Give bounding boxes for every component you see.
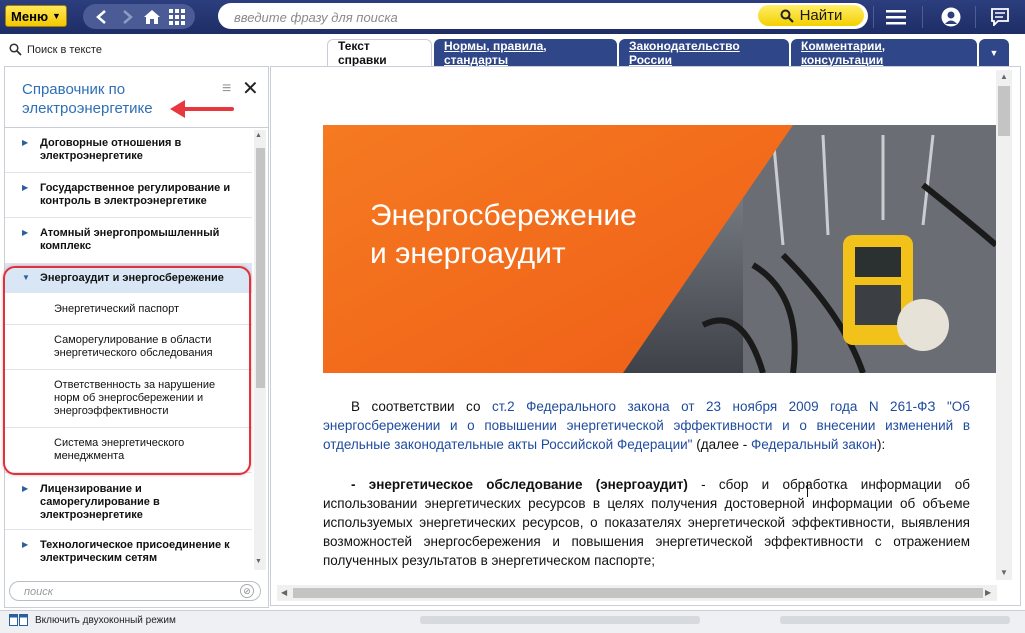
- document-horizontal-scrollbar[interactable]: ◀ ▶: [277, 585, 997, 601]
- search-in-text-button[interactable]: Поиск в тексте: [9, 43, 102, 56]
- tree-item-energy-audit[interactable]: ▼ Энергоаудит и энергосбережение: [5, 264, 252, 293]
- banner-line-1: Энергосбережение: [370, 199, 637, 232]
- subitem-label: Энергетический паспорт: [54, 303, 179, 315]
- expand-arrow-icon: ▶: [22, 138, 29, 147]
- two-window-mode-button[interactable]: Включить двухоконный режим: [9, 614, 176, 626]
- search-in-text-label: Поиск в тексте: [27, 43, 102, 56]
- nav-button-group: [83, 4, 195, 29]
- banner-title: Энергосбережение и энергоаудит: [370, 197, 637, 273]
- home-icon[interactable]: [142, 7, 162, 27]
- tab-bar: Текст справки Нормы, правила, стандарты …: [327, 39, 1009, 67]
- p1-text-b: (далее -: [692, 437, 751, 452]
- hamburger-icon: [886, 10, 906, 25]
- search-icon: [780, 9, 794, 23]
- chat-icon: [991, 8, 1009, 26]
- hamburger-menu-button[interactable]: [876, 0, 916, 34]
- scrollbar-thumb[interactable]: [293, 588, 983, 598]
- expand-arrow-icon: ▶: [22, 484, 29, 493]
- toolbar-divider: [975, 6, 976, 28]
- magnifier-icon: [9, 43, 22, 56]
- clear-icon[interactable]: ⊘: [240, 584, 254, 598]
- toolbar-divider: [922, 6, 923, 28]
- expand-arrow-icon: ▶: [22, 183, 29, 192]
- tab-help-text[interactable]: Текст справки: [327, 39, 432, 67]
- tree-item-label: Договорные отношения в электроэнергетике: [40, 137, 182, 162]
- find-button[interactable]: Найти: [758, 5, 864, 26]
- back-arrow-icon[interactable]: [92, 7, 112, 27]
- scroll-down-icon[interactable]: ▼: [1000, 568, 1008, 577]
- tree-item-label: Государственное регулирование и контроль…: [40, 182, 231, 207]
- user-profile-button[interactable]: [931, 0, 971, 34]
- scrollbar-thumb[interactable]: [998, 86, 1010, 136]
- scroll-down-icon[interactable]: ▼: [255, 558, 262, 565]
- p1-text-c: ):: [876, 437, 886, 452]
- menu-label: Меню: [11, 8, 49, 24]
- tree-item-regulation[interactable]: ▶ Государственное регулирование и контро…: [5, 173, 252, 218]
- document-vertical-scrollbar[interactable]: ▲ ▼: [996, 70, 1012, 580]
- chevron-down-icon: ▼: [989, 47, 999, 58]
- tab-norms[interactable]: Нормы, правила, стандарты: [434, 39, 617, 67]
- close-icon[interactable]: ✕: [242, 76, 259, 101]
- federal-law-link[interactable]: Федеральный закон: [751, 437, 877, 452]
- paragraph-1: В соответствии со ст.2 Федерального зако…: [323, 397, 970, 454]
- subitem-responsibility[interactable]: Ответственность за нарушение норм об эне…: [5, 370, 252, 428]
- scroll-left-icon[interactable]: ◀: [281, 588, 287, 597]
- term-bold: - энергетическое обследование (энергоауд…: [351, 477, 688, 492]
- toolbar-divider: [873, 6, 874, 28]
- find-label: Найти: [799, 7, 843, 24]
- two-window-label: Включить двухоконный режим: [35, 614, 176, 626]
- banner-image: Энергосбережение и энергоаудит: [323, 125, 996, 373]
- subitem-label: Ответственность за нарушение норм об эне…: [54, 379, 216, 417]
- tree-item-label: Атомный энергопромышленный комплекс: [40, 227, 220, 252]
- subitem-self-regulation[interactable]: Саморегулирование в области энергетическ…: [5, 325, 252, 370]
- tab-legislation[interactable]: Законодательство России: [619, 39, 789, 67]
- two-window-icon: [9, 614, 28, 626]
- p1-text-a: В соответствии со: [351, 399, 492, 414]
- main-search-input[interactable]: [232, 7, 756, 27]
- blurred-status-text: [420, 616, 700, 624]
- tree-item-licensing[interactable]: ▶ Лицензирование и саморегулирование в э…: [5, 473, 252, 530]
- scrollbar-thumb[interactable]: [256, 148, 265, 388]
- tabs-more-button[interactable]: ▼: [979, 39, 1009, 66]
- expand-arrow-icon: ▶: [22, 228, 29, 237]
- grid-icon[interactable]: [167, 7, 187, 27]
- tree-item-contracts[interactable]: ▶ Договорные отношения в электроэнергети…: [5, 128, 252, 173]
- messages-button[interactable]: [980, 0, 1020, 34]
- blurred-status-text: [780, 616, 1010, 624]
- subitem-energy-management[interactable]: Система энергетического менеджмента: [5, 428, 252, 473]
- scroll-right-icon[interactable]: ▶: [985, 588, 991, 597]
- main-search-box: Найти: [218, 3, 868, 29]
- user-icon: [941, 7, 961, 27]
- tree-item-label: Технологическое присоединение к электрич…: [40, 539, 230, 564]
- tree-item-label: Энергоаудит и энергосбережение: [40, 272, 224, 284]
- paragraph-2: - энергетическое обследование (энергоауд…: [323, 475, 970, 570]
- caret-down-icon: ▼: [52, 11, 61, 21]
- expand-arrow-icon: ▶: [22, 540, 29, 549]
- panel-filter-input[interactable]: [22, 584, 226, 600]
- subitem-energy-passport[interactable]: Энергетический паспорт: [5, 293, 252, 325]
- banner-line-2: и энергоаудит: [370, 237, 566, 270]
- tree-item-nuclear[interactable]: ▶ Атомный энергопромышленный комплекс: [5, 218, 252, 264]
- tree-item-label: Лицензирование и саморегулирование в эле…: [40, 483, 160, 521]
- scroll-up-icon[interactable]: ▲: [255, 132, 262, 139]
- collapse-arrow-icon: ▼: [22, 273, 30, 282]
- red-arrow-annotation: [170, 100, 234, 118]
- scroll-up-icon[interactable]: ▲: [1000, 72, 1008, 81]
- menu-button[interactable]: Меню ▼: [5, 5, 67, 27]
- tree-list: ▶ Договорные отношения в электроэнергети…: [5, 128, 252, 570]
- subitem-label: Система энергетического менеджмента: [54, 437, 185, 462]
- top-toolbar: Меню ▼ Найти: [0, 0, 1025, 34]
- left-panel-scrollbar[interactable]: ▲ ▼: [254, 130, 266, 570]
- panel-title: Справочник по электроэнергетике: [22, 81, 153, 117]
- panel-filter-box: ⊘: [9, 581, 261, 601]
- forward-arrow-icon[interactable]: [117, 7, 137, 27]
- tree-item-grid-connection[interactable]: ▶ Технологическое присоединение к электр…: [5, 530, 252, 570]
- subitem-label: Саморегулирование в области энергетическ…: [54, 334, 213, 359]
- panel-menu-icon[interactable]: ≡: [222, 80, 231, 98]
- text-cursor: [807, 483, 808, 497]
- tab-comments[interactable]: Комментарии, консультации: [791, 39, 977, 67]
